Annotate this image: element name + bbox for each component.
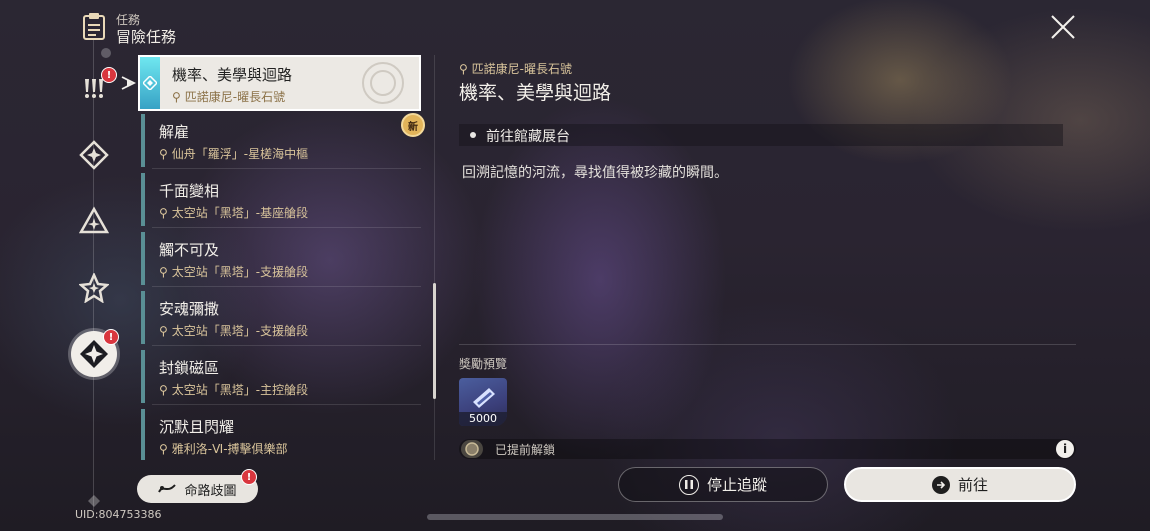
detail-location-text: 匹諾康尼-曜長石號 (471, 62, 572, 76)
map-pin-icon: ⚲ (459, 62, 472, 76)
quest-item[interactable]: 沉默且閃耀 ⚲ 雅利洛-Ⅵ-搏擊俱樂部 (138, 409, 421, 460)
home-indicator[interactable] (427, 514, 723, 520)
quest-item[interactable]: 安魂彌撒 ⚲ 太空站「黑塔」-支援艙段 (138, 291, 421, 346)
reward-count: 5000 (459, 412, 507, 426)
quest-stripe (141, 173, 145, 226)
quest-location: ⚲ 匹諾康尼-曜長石號 (172, 88, 285, 105)
quest-item-selected[interactable]: 機率、美學與迴路 ⚲ 匹諾康尼-曜長石號 (138, 55, 421, 111)
map-pin-icon: ⚲ (159, 265, 168, 279)
quest-location: ⚲ 雅利洛-Ⅵ-搏擊俱樂部 (159, 440, 288, 457)
page-title: 冒險任務 (116, 28, 177, 46)
quest-title: 解雇 (159, 123, 190, 141)
quest-stripe (141, 350, 145, 403)
path-branch-button[interactable]: 命路歧圖 ! (137, 469, 258, 503)
quest-location-text: 太空站「黑塔」-基座艙段 (171, 206, 309, 220)
quest-stripe (141, 409, 145, 460)
divider (152, 286, 421, 287)
quest-location-text: 匹諾康尼-曜長石號 (184, 90, 286, 104)
unlock-status-text: 已提前解鎖 (495, 443, 556, 457)
quest-item[interactable]: 千面變相 ⚲ 太空站「黑塔」-基座艙段 (138, 173, 421, 228)
quest-emblem-icon (362, 62, 404, 104)
path-branch-label: 命路歧圖 (184, 483, 237, 499)
quest-title: 安魂彌撒 (159, 300, 220, 318)
quest-list: 機率、美學與迴路 ⚲ 匹諾康尼-曜長石號 解雇 ⚲ 仙舟「羅浮」-星槎海中樞 千面變… (138, 55, 421, 460)
quest-location-text: 太空站「黑塔」-支援艙段 (171, 324, 309, 338)
quest-title: 封鎖磁區 (159, 359, 220, 377)
rail-node-icon (101, 48, 111, 58)
info-icon[interactable]: i (1056, 440, 1074, 458)
quest-title: 沉默且閃耀 (159, 418, 235, 436)
quest-item[interactable]: 解雇 ⚲ 仙舟「羅浮」-星槎海中樞 (138, 114, 421, 169)
divider (459, 344, 1076, 345)
bullet-icon (470, 132, 476, 138)
close-icon[interactable] (1050, 14, 1076, 40)
quest-title: 機率、美學與迴路 (172, 66, 293, 84)
stop-tracking-button[interactable]: 停止追蹤 (618, 467, 828, 502)
rail-end-icon (88, 495, 100, 507)
reward-preview-label: 獎勵預覽 (459, 357, 508, 371)
scrollbar-track (434, 55, 435, 460)
detail-title: 機率、美學與迴路 (459, 82, 612, 104)
divider (152, 345, 421, 346)
alert-badge: ! (241, 469, 257, 485)
arrow-right-icon (931, 475, 950, 494)
trailblaze-exp-icon (473, 388, 495, 408)
quest-location: ⚲ 仙舟「羅浮」-星槎海中樞 (159, 145, 308, 162)
diamond-star-icon (79, 140, 109, 170)
triangle-star-icon (79, 206, 109, 234)
uid-label: UID:804753386 (75, 508, 162, 521)
map-pin-icon: ⚲ (159, 442, 168, 456)
quest-location: ⚲ 太空站「黑塔」-支援艙段 (159, 263, 308, 280)
quest-location: ⚲ 太空站「黑塔」-支援艙段 (159, 322, 308, 339)
quest-title: 觸不可及 (159, 241, 220, 259)
go-label: 前往 (957, 476, 988, 494)
quest-location: ⚲ 太空站「黑塔」-主控艙段 (159, 381, 308, 398)
quest-stripe (141, 114, 145, 167)
quest-location-text: 太空站「黑塔」-主控艙段 (171, 383, 309, 397)
scrollbar-thumb[interactable] (433, 283, 436, 399)
alert-badge: ! (101, 67, 117, 83)
detail-location: ⚲ 匹諾康尼-曜長石號 (459, 60, 572, 77)
alert-badge: ! (103, 329, 119, 345)
map-pin-icon: ⚲ (159, 206, 168, 220)
objective-text: 前往館藏展台 (486, 129, 570, 145)
map-pin-icon: ⚲ (172, 90, 181, 104)
tab-event[interactable]: ! (71, 329, 119, 377)
quest-location-text: 仙舟「羅浮」-星槎海中樞 (171, 147, 309, 161)
map-pin-icon: ⚲ (159, 324, 168, 338)
tab-companion[interactable] (77, 138, 111, 172)
divider (152, 227, 421, 228)
objective-row: 前往館藏展台 (459, 124, 1063, 146)
quest-stripe (141, 291, 145, 344)
stop-tracking-label: 停止追蹤 (706, 476, 767, 494)
new-badge: 新 (401, 113, 425, 137)
divider (152, 404, 421, 405)
quest-location-text: 太空站「黑塔」-支援艙段 (171, 265, 309, 279)
quest-location: ⚲ 太空站「黑塔」-基座艙段 (159, 204, 308, 221)
tab-adventure[interactable] (77, 204, 111, 238)
quest-description: 回溯記憶的河流，尋找值得被珍藏的瞬間。 (462, 165, 728, 181)
unlock-status-bar: 已提前解鎖 i (459, 439, 1076, 459)
divider (152, 168, 421, 169)
quest-item[interactable]: 封鎖磁區 ⚲ 太空站「黑塔」-主控艙段 (138, 350, 421, 405)
tab-trailblaze[interactable]: ! (77, 67, 117, 105)
quest-title: 千面變相 (159, 182, 220, 200)
reward-item[interactable]: 5000 (459, 378, 507, 426)
star-icon (79, 273, 109, 303)
coin-icon (461, 440, 483, 458)
quest-item[interactable]: 觸不可及 ⚲ 太空站「黑塔」-支援艙段 (138, 232, 421, 287)
clipboard-icon (83, 13, 105, 40)
map-pin-icon: ⚲ (159, 383, 168, 397)
pause-icon (678, 474, 699, 495)
selection-arrow-icon (121, 76, 137, 90)
map-pin-icon: ⚲ (159, 147, 168, 161)
quest-location-text: 雅利洛-Ⅵ-搏擊俱樂部 (171, 442, 288, 456)
branch-map-icon (158, 484, 177, 493)
quest-type-icon (140, 57, 160, 109)
go-button[interactable]: 前往 (844, 467, 1076, 502)
tab-daily[interactable] (77, 271, 111, 305)
quest-stripe (141, 232, 145, 285)
